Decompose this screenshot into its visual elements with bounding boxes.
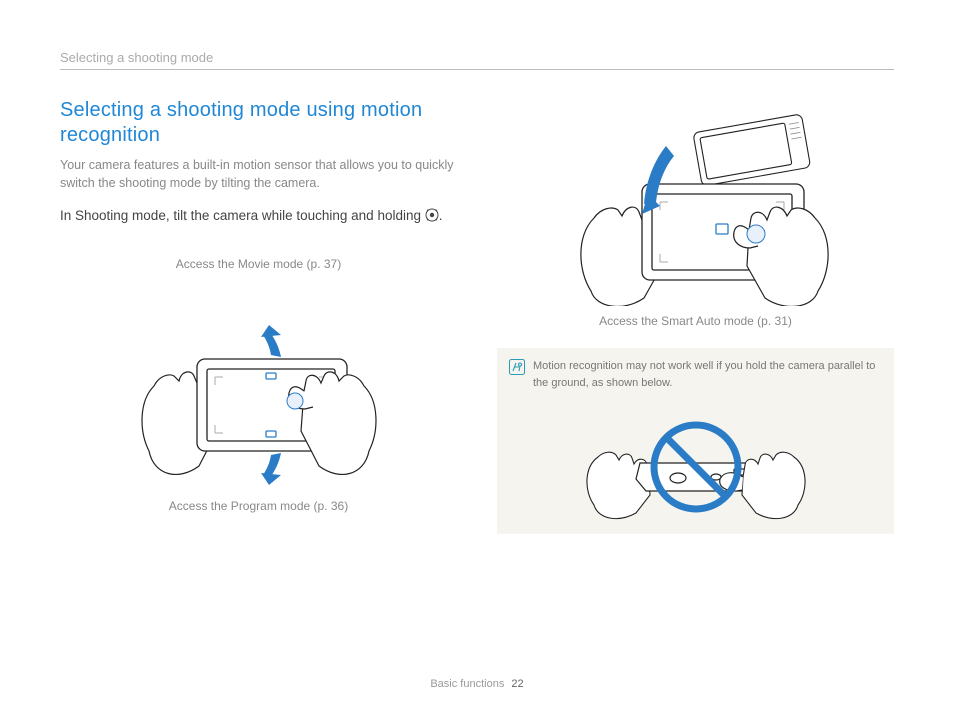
footer-section: Basic functions <box>430 678 504 690</box>
note-text: Motion recognition may not work well if … <box>533 358 882 391</box>
instruction-post: . <box>439 208 443 223</box>
section-title: Selecting a shooting mode using motion r… <box>60 98 457 148</box>
smartauto-mode-caption: Access the Smart Auto mode (p. 31) <box>497 314 894 328</box>
illustration-tilt-side <box>546 106 846 306</box>
intro-text: Your camera features a built-in motion s… <box>60 156 457 192</box>
instruction-pre: In Shooting mode, tilt the camera while … <box>60 208 425 223</box>
left-column: Selecting a shooting mode using motion r… <box>60 98 457 534</box>
illustration-prohibited <box>566 405 826 520</box>
running-title: Selecting a shooting mode <box>60 50 894 65</box>
figure-tilt-side: Access the Smart Auto mode (p. 31) <box>497 106 894 328</box>
footer-page-number: 22 <box>511 678 523 690</box>
motion-mode-icon <box>425 208 439 222</box>
illustration-tilt-vertical <box>119 281 399 491</box>
right-column: Access the Smart Auto mode (p. 31) Motio… <box>497 98 894 534</box>
movie-mode-caption: Access the Movie mode (p. 37) <box>60 257 457 271</box>
page-footer: Basic functions 22 <box>0 678 954 690</box>
content-columns: Selecting a shooting mode using motion r… <box>60 98 894 534</box>
program-mode-caption: Access the Program mode (p. 36) <box>60 499 457 513</box>
note-icon <box>509 359 525 375</box>
figure-prohibited <box>509 399 882 524</box>
note-box: Motion recognition may not work well if … <box>497 348 894 534</box>
figure-tilt-vertical: Access the Movie mode (p. 37) <box>60 257 457 513</box>
page-header: Selecting a shooting mode <box>60 50 894 70</box>
instruction-text: In Shooting mode, tilt the camera while … <box>60 206 457 226</box>
